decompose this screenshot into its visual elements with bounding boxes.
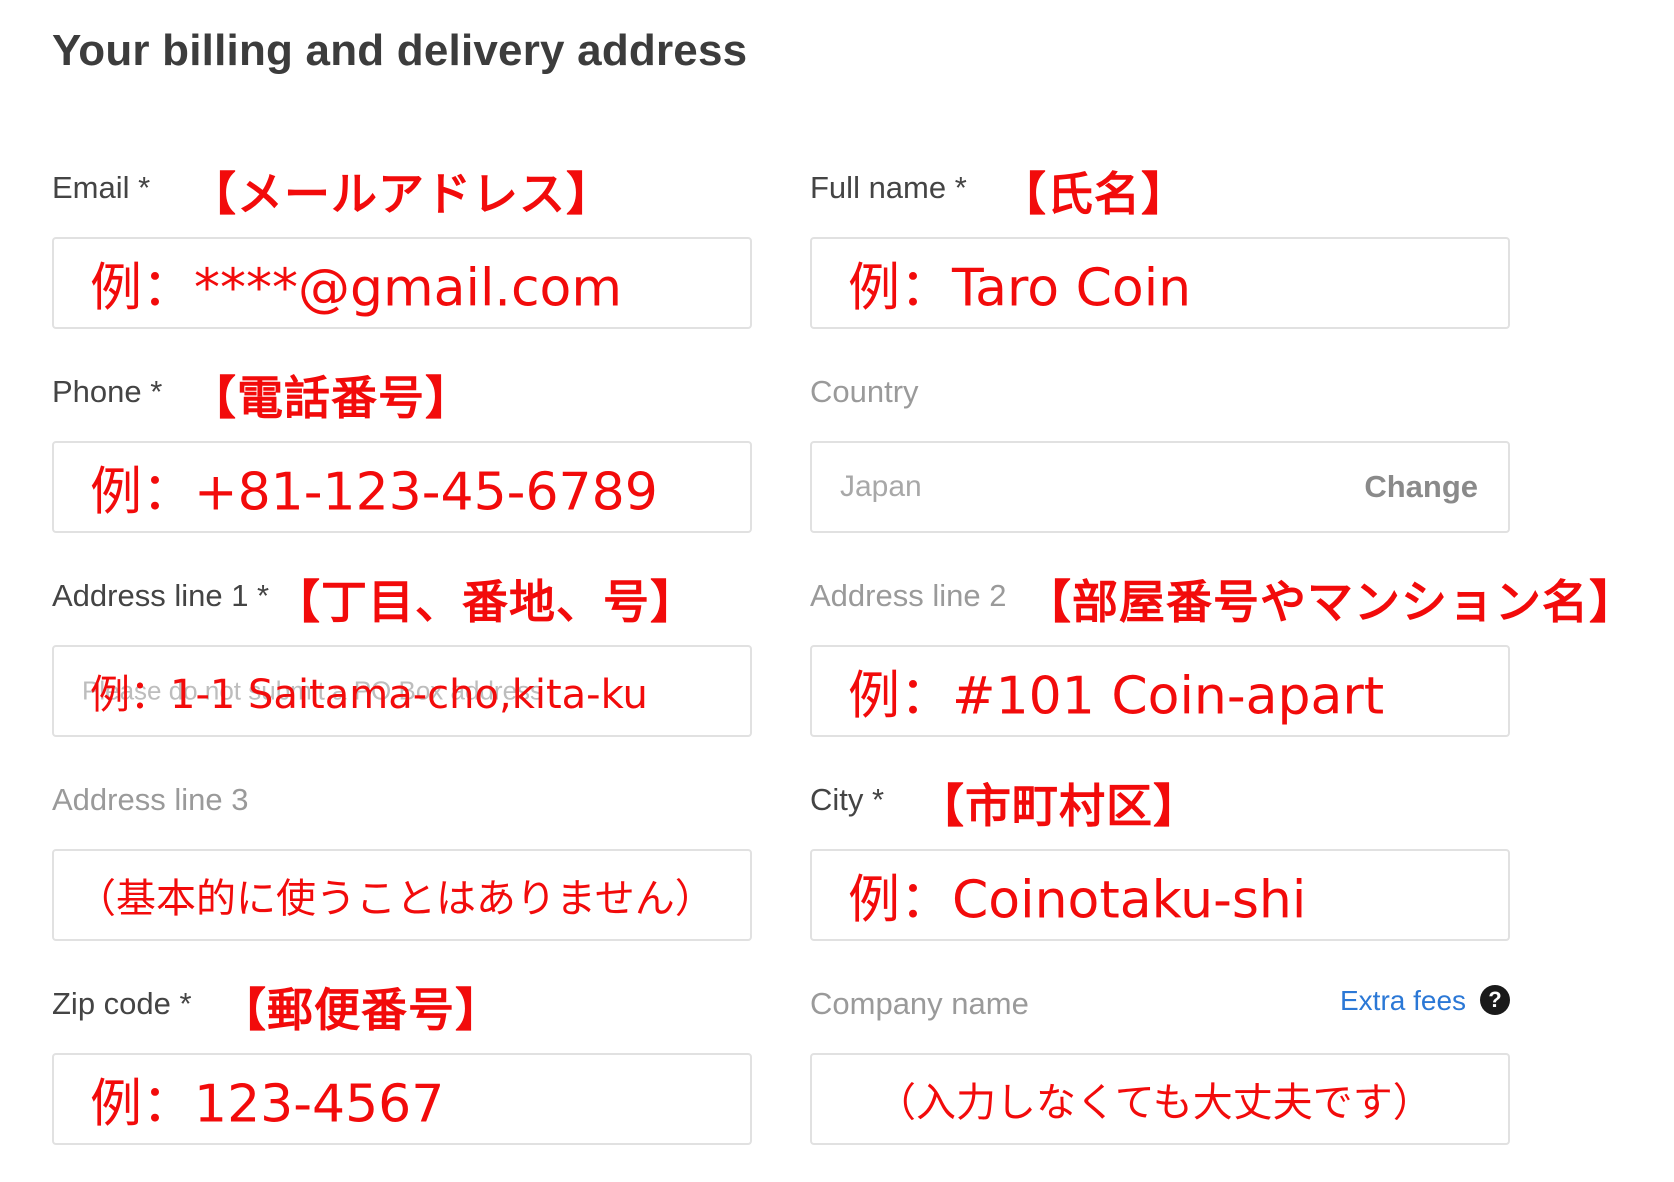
- email-annotation: 【メールアドレス】: [190, 167, 613, 221]
- address-line-1-annotation: 【丁目、番地、号】: [274, 575, 697, 629]
- email-field[interactable]: 例：****@gmail.com: [52, 237, 752, 329]
- full-name-annotation: 【氏名】: [1000, 167, 1188, 221]
- city-value: 例：Coinotaku-shi: [848, 870, 1307, 931]
- address-line-1-field[interactable]: Please do not submit a PO Box address 例：…: [52, 645, 752, 737]
- company-name-label: Company name: [810, 986, 1029, 1021]
- city-field[interactable]: 例：Coinotaku-shi: [810, 849, 1510, 941]
- zip-code-value: 例：123-4567: [90, 1074, 445, 1135]
- address-line-2-value: 例：#101 Coin-apart: [848, 666, 1385, 727]
- page-title: Your billing and delivery address: [52, 26, 748, 75]
- email-value: 例：****@gmail.com: [90, 258, 623, 319]
- city-annotation: 【市町村区】: [918, 779, 1200, 833]
- full-name-field[interactable]: 例：Taro Coin: [810, 237, 1510, 329]
- company-name-value: （入力しなくても大丈夫です）: [876, 1080, 1433, 1126]
- zip-code-field[interactable]: 例：123-4567: [52, 1053, 752, 1145]
- full-name-label: Full name *: [810, 170, 967, 205]
- address-line-3-value: （基本的に使うことはありません）: [76, 876, 715, 922]
- full-name-value: 例：Taro Coin: [848, 258, 1192, 319]
- country-value: Japan: [840, 470, 922, 503]
- phone-label: Phone *: [52, 374, 163, 409]
- address-line-1-value: 例：1-1 Saitama-cho,kita-ku: [90, 672, 648, 718]
- company-name-field[interactable]: （入力しなくても大丈夫です）: [810, 1053, 1510, 1145]
- address-line-2-annotation: 【部屋番号やマンション名】: [1025, 575, 1636, 629]
- address-line-1-label: Address line 1 *: [52, 578, 270, 613]
- city-label: City *: [810, 782, 885, 817]
- help-icon[interactable]: ?: [1480, 985, 1510, 1015]
- country-label: Country: [810, 374, 919, 409]
- address-line-2-label: Address line 2: [810, 578, 1007, 613]
- zip-code-annotation: 【郵便番号】: [220, 983, 502, 1037]
- zip-code-label: Zip code *: [52, 986, 192, 1021]
- address-line-3-field[interactable]: （基本的に使うことはありません）: [52, 849, 752, 941]
- email-label: Email *: [52, 170, 151, 205]
- extra-fees-link[interactable]: Extra fees: [1340, 985, 1466, 1017]
- phone-field[interactable]: 例：+81-123-45-6789: [52, 441, 752, 533]
- country-field[interactable]: Japan Change: [810, 441, 1510, 533]
- phone-annotation: 【電話番号】: [190, 371, 472, 425]
- address-line-2-field[interactable]: 例：#101 Coin-apart: [810, 645, 1510, 737]
- change-country-button[interactable]: Change: [1364, 469, 1478, 505]
- phone-value: 例：+81-123-45-6789: [90, 462, 658, 523]
- address-line-3-label: Address line 3: [52, 782, 249, 817]
